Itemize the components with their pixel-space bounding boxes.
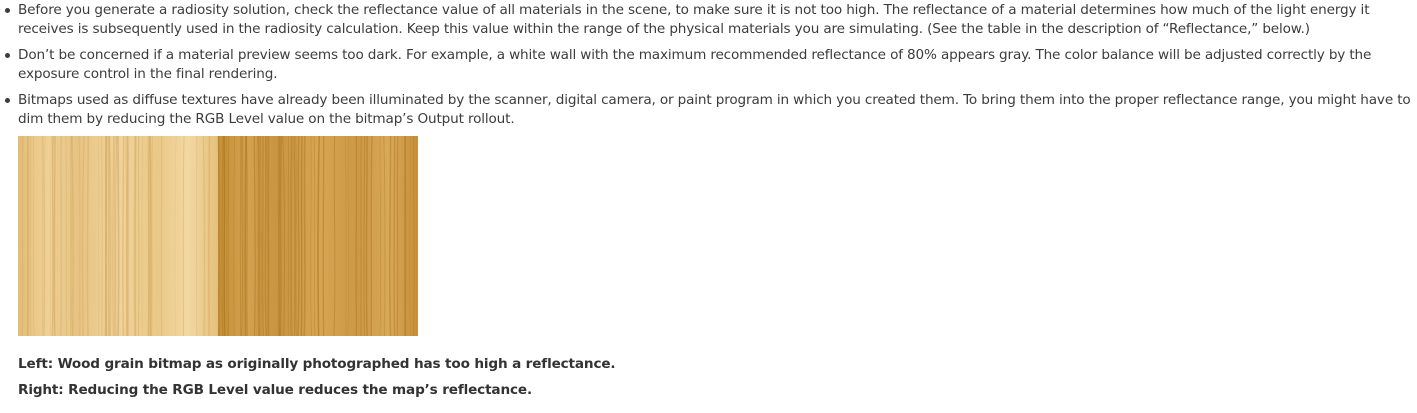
grain-line (322, 136, 325, 336)
grain-line (393, 136, 396, 336)
grain-line (279, 136, 283, 336)
grain-line (86, 136, 90, 336)
figure-captions: Left: Wood grain bitmap as originally ph… (18, 355, 1417, 400)
grain-line (388, 136, 392, 336)
grain-line (53, 136, 56, 336)
grain-line (137, 136, 140, 336)
grain-line (149, 136, 152, 336)
grain-line (148, 136, 151, 336)
grain-line (396, 136, 399, 336)
grain-line (227, 136, 230, 336)
grain-line (253, 136, 256, 336)
list-item: Don’t be concerned if a material preview… (0, 46, 1417, 84)
grain-line (261, 136, 264, 336)
grain-line (244, 136, 248, 336)
grain-line (370, 136, 373, 336)
grain-line (147, 136, 150, 336)
grain-line (122, 136, 125, 336)
wood-grain-comparison-image (18, 136, 418, 336)
grain-line (365, 136, 368, 336)
grain-line (113, 136, 116, 336)
grain-line (151, 136, 153, 336)
list-item: Bitmaps used as diffuse textures have al… (0, 91, 1417, 129)
tips-list: Before you generate a radiosity solution… (0, 1, 1417, 129)
grain-line (297, 136, 300, 336)
grain-line (117, 136, 120, 336)
grain-line (295, 136, 297, 336)
grain-line (303, 136, 306, 336)
grain-line (257, 136, 260, 336)
caption-left: Left: Wood grain bitmap as originally ph… (18, 356, 616, 372)
grain-line (264, 136, 268, 336)
grain-line (21, 136, 24, 336)
caption-right: Right: Reducing the RGB Level value redu… (18, 382, 532, 398)
document-page: Before you generate a radiosity solution… (0, 0, 1417, 413)
grain-line (223, 136, 226, 336)
grain-line (300, 136, 303, 336)
grain-line (133, 136, 136, 336)
list-item: Before you generate a radiosity solution… (0, 1, 1417, 39)
